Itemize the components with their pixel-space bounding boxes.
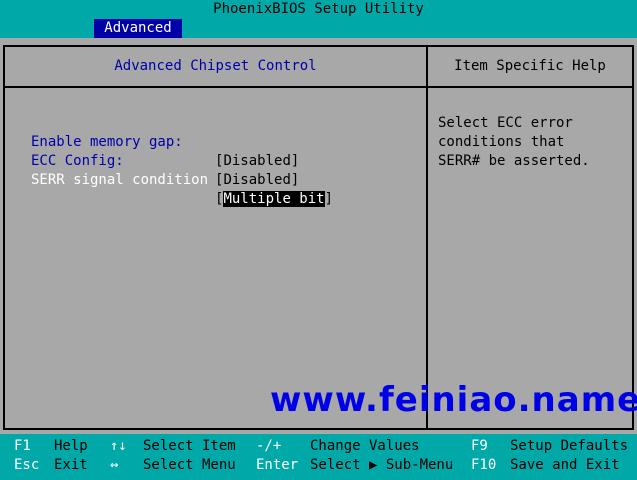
setting-label: Enable memory gap: — [31, 134, 183, 150]
key-minus-plus: -/+ — [256, 438, 282, 454]
section-title: Advanced Chipset Control — [114, 58, 317, 74]
key-desc: Select ▶ Sub-Menu — [310, 457, 454, 473]
app-title: PhoenixBIOS Setup Utility — [213, 1, 424, 17]
key-f1: F1 — [14, 438, 31, 454]
key-left-right-arrows: ↔ — [110, 457, 119, 473]
tab-advanced[interactable]: Advanced — [94, 19, 182, 38]
setting-serr-signal-condition[interactable]: SERR signal condition [Multiple bit] — [31, 152, 333, 207]
setting-enable-memory-gap[interactable]: Enable memory gap: [Disabled] — [31, 114, 299, 169]
key-desc: Help — [54, 438, 88, 454]
help-text: Select ECC error conditions that SERR# be … — [438, 115, 590, 169]
setting-value-selected[interactable]: [Multiple bit] — [215, 190, 333, 209]
key-desc: Select Menu — [143, 457, 236, 473]
key-desc: Setup Defaults — [510, 438, 629, 454]
key-f10: F10 — [471, 457, 497, 473]
highlighted-value: Multiple bit — [223, 191, 325, 207]
setting-label: SERR signal condition — [31, 172, 209, 188]
help-title: Item Specific Help — [454, 58, 606, 74]
key-desc: Select Item — [143, 438, 236, 454]
setting-ecc-config[interactable]: ECC Config: [Disabled] — [31, 133, 299, 188]
panel-frame — [3, 45, 634, 430]
key-desc: Exit — [54, 457, 88, 473]
key-f9: F9 — [471, 438, 488, 454]
column-divider — [426, 45, 428, 430]
setting-value[interactable]: [Disabled] — [215, 171, 299, 190]
key-enter: Enter — [256, 457, 299, 473]
header-divider — [5, 86, 632, 88]
key-desc: Save and Exit — [510, 457, 620, 473]
watermark: www.feiniao.name — [270, 380, 637, 420]
key-desc: Change Values — [310, 438, 420, 454]
setting-value[interactable]: [Disabled] — [215, 152, 299, 171]
key-esc: Esc — [14, 457, 40, 473]
key-up-down-arrows: ↑↓ — [110, 438, 127, 454]
